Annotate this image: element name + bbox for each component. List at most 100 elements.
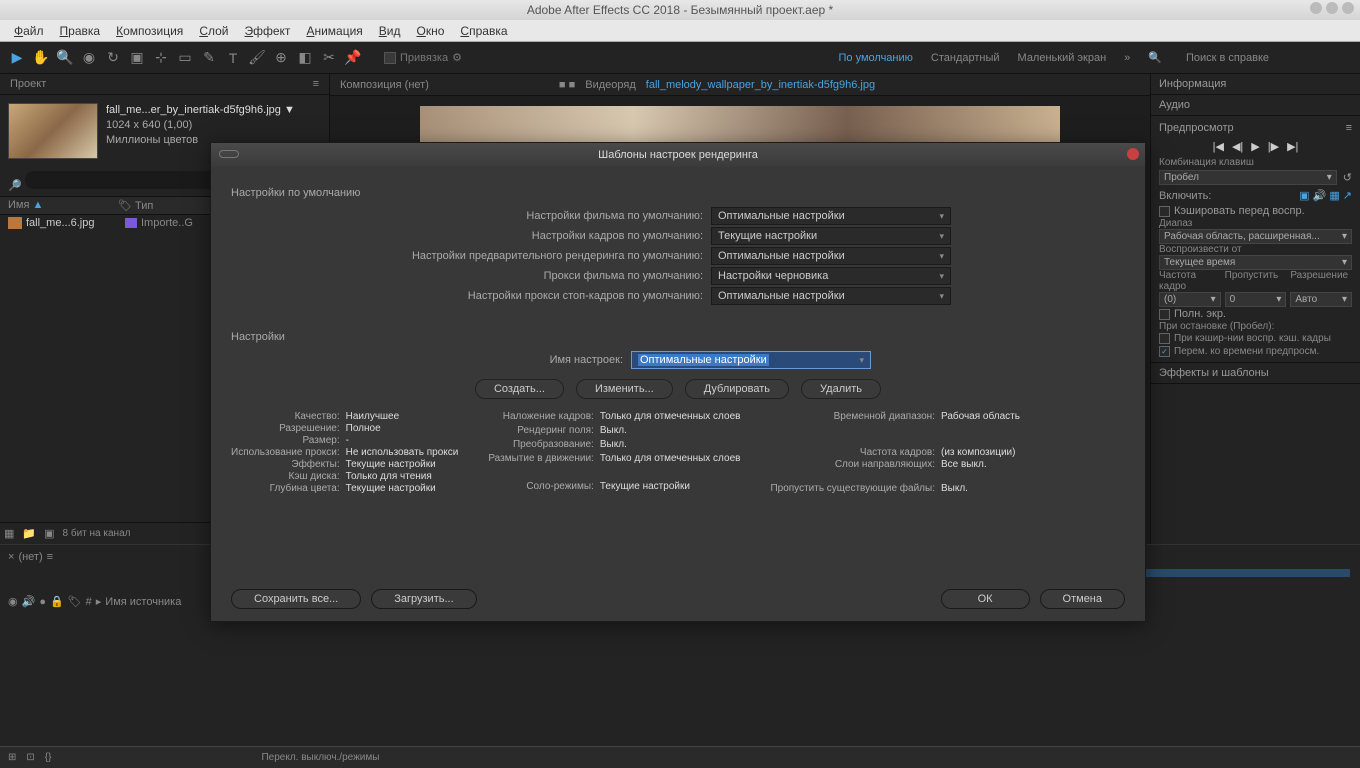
- workspace-more-icon[interactable]: »: [1124, 52, 1130, 64]
- workspace-default[interactable]: По умолчанию: [839, 52, 913, 64]
- ok-button[interactable]: ОК: [941, 589, 1030, 609]
- timeline-tab[interactable]: (нет): [18, 551, 42, 563]
- workspace-small[interactable]: Маленький экран: [1018, 52, 1107, 64]
- orbit-tool-icon[interactable]: ◉: [78, 47, 100, 69]
- reset-icon[interactable]: ↺: [1343, 171, 1352, 184]
- include-icons[interactable]: ▣ 🔊 ▦ ↗: [1299, 189, 1352, 202]
- solo-icon[interactable]: ●: [39, 596, 46, 608]
- audio-panel-tab[interactable]: Аудио: [1159, 99, 1190, 111]
- puppet-tool-icon[interactable]: 📌: [342, 47, 364, 69]
- zoom-tool-icon[interactable]: 🔍: [54, 47, 76, 69]
- eye-icon[interactable]: ◉: [8, 595, 18, 608]
- panel-menu-icon[interactable]: ≡: [1346, 122, 1352, 134]
- info-column-1: Качество:Наилучшее Разрешение:Полное Раз…: [231, 411, 458, 494]
- info-panel-tab[interactable]: Информация: [1159, 78, 1226, 90]
- cancel-button[interactable]: Отмена: [1040, 589, 1125, 609]
- skip-select[interactable]: 0▾: [1225, 292, 1287, 307]
- project-search-input[interactable]: [25, 171, 225, 189]
- fps-select[interactable]: (0)▾: [1159, 292, 1221, 307]
- info-column-3: Временной диапазон:Рабочая область Часто…: [770, 411, 1020, 494]
- comp-icon[interactable]: ▣: [44, 527, 54, 540]
- text-tool-icon[interactable]: T: [222, 47, 244, 69]
- shortcut-select[interactable]: Пробел▾: [1159, 170, 1337, 185]
- right-panels: Информация Аудио Предпросмотр ≡ |◀ ◀| ▶ |…: [1150, 74, 1360, 544]
- menu-view[interactable]: Вид: [371, 22, 409, 40]
- status-icon[interactable]: {}: [45, 752, 52, 763]
- hand-tool-icon[interactable]: ✋: [30, 47, 52, 69]
- audio-icon[interactable]: 🔊: [22, 595, 36, 608]
- snap-options-icon[interactable]: ⚙: [452, 51, 462, 64]
- range-select[interactable]: Рабочая область, расширенная...▾: [1159, 229, 1352, 244]
- menu-animation[interactable]: Анимация: [298, 22, 370, 40]
- proxy-movie-default-select[interactable]: Настройки черновика▾: [711, 267, 951, 285]
- status-icon[interactable]: ⊞: [8, 752, 16, 763]
- rotate-tool-icon[interactable]: ↻: [102, 47, 124, 69]
- save-all-button[interactable]: Сохранить все...: [231, 589, 361, 609]
- moveto-checkbox[interactable]: ✓: [1159, 346, 1170, 357]
- project-tab[interactable]: Проект: [10, 78, 46, 90]
- frame-default-select[interactable]: Текущие настройки▾: [711, 227, 951, 245]
- footage-tab[interactable]: fall_melody_wallpaper_by_inertiak-d5fg9h…: [646, 79, 875, 91]
- roto-tool-icon[interactable]: ✂: [318, 47, 340, 69]
- proxy-still-default-select[interactable]: Оптимальные настройки▾: [711, 287, 951, 305]
- menu-effect[interactable]: Эффект: [237, 22, 299, 40]
- duplicate-button[interactable]: Дублировать: [685, 379, 789, 399]
- create-button[interactable]: Создать...: [475, 379, 564, 399]
- image-icon: [8, 217, 22, 229]
- statusbar: ⊞ ⊡ {} Перекл. выключ./режимы: [0, 746, 1360, 768]
- res-select[interactable]: Авто▾: [1290, 292, 1352, 307]
- cache-checkbox[interactable]: [1159, 206, 1170, 217]
- stamp-tool-icon[interactable]: ⊕: [270, 47, 292, 69]
- settings-name-select[interactable]: Оптимальные настройки▾: [631, 351, 871, 369]
- edit-button[interactable]: Изменить...: [576, 379, 673, 399]
- preview-panel-tab[interactable]: Предпросмотр: [1159, 122, 1234, 134]
- fullscreen-checkbox[interactable]: [1159, 309, 1170, 320]
- movie-default-select[interactable]: Оптимальные настройки▾: [711, 207, 951, 225]
- brush-tool-icon[interactable]: 🖌: [246, 47, 268, 69]
- panel-menu-icon[interactable]: ≡: [47, 551, 53, 563]
- maximize-button[interactable]: [1326, 2, 1338, 14]
- menu-layer[interactable]: Слой: [191, 22, 236, 40]
- minimize-button[interactable]: [1310, 2, 1322, 14]
- menu-edit[interactable]: Правка: [52, 22, 109, 40]
- lock-icon[interactable]: 🔒: [50, 595, 64, 608]
- load-button[interactable]: Загрузить...: [371, 589, 476, 609]
- selection-tool-icon[interactable]: ▶: [6, 47, 28, 69]
- shape-tool-icon[interactable]: ▭: [174, 47, 196, 69]
- menu-composition[interactable]: Композиция: [108, 22, 191, 40]
- menu-file[interactable]: Файл: [6, 22, 52, 40]
- comp-tab[interactable]: Композиция (нет): [340, 79, 429, 91]
- panel-menu-icon[interactable]: ≡: [313, 78, 319, 90]
- status-icon[interactable]: ⊡: [26, 752, 34, 763]
- playfrom-select[interactable]: Текущее время▾: [1159, 255, 1352, 270]
- last-frame-icon[interactable]: ▶|: [1287, 140, 1298, 153]
- prev-frame-icon[interactable]: ◀|: [1232, 140, 1243, 153]
- anchor-tool-icon[interactable]: ⊹: [150, 47, 172, 69]
- footage-tab-label: Видеоряд: [585, 79, 636, 91]
- dialog-drag-icon[interactable]: [219, 150, 239, 158]
- bpc-button[interactable]: 8 бит на канал: [63, 528, 131, 539]
- pen-tool-icon[interactable]: ✎: [198, 47, 220, 69]
- menu-help[interactable]: Справка: [452, 22, 515, 40]
- play-icon[interactable]: ▶: [1251, 140, 1259, 153]
- window-title: Adobe After Effects CC 2018 - Безымянный…: [527, 3, 833, 17]
- dialog-close-icon[interactable]: [1127, 148, 1139, 160]
- oncache-checkbox[interactable]: [1159, 333, 1170, 344]
- close-button[interactable]: [1342, 2, 1354, 14]
- help-search-input[interactable]: Поиск в справке: [1180, 50, 1340, 66]
- eraser-tool-icon[interactable]: ◧: [294, 47, 316, 69]
- delete-button[interactable]: Удалить: [801, 379, 881, 399]
- close-tab-icon[interactable]: ×: [8, 551, 14, 563]
- folder-icon[interactable]: 📁: [22, 527, 36, 540]
- interpret-icon[interactable]: ▦: [4, 527, 14, 540]
- menu-window[interactable]: Окно: [409, 22, 453, 40]
- snap-toggle[interactable]: Привязка ⚙: [384, 51, 462, 64]
- dropdown-icon[interactable]: ▼: [284, 104, 295, 116]
- next-frame-icon[interactable]: |▶: [1268, 140, 1279, 153]
- prerender-default-select[interactable]: Оптимальные настройки▾: [711, 247, 951, 265]
- first-frame-icon[interactable]: |◀: [1213, 140, 1224, 153]
- workspace-standard[interactable]: Стандартный: [931, 52, 1000, 64]
- effects-panel-tab[interactable]: Эффекты и шаблоны: [1159, 367, 1269, 379]
- camera-tool-icon[interactable]: ▣: [126, 47, 148, 69]
- label-icon[interactable]: 🏷: [68, 595, 82, 608]
